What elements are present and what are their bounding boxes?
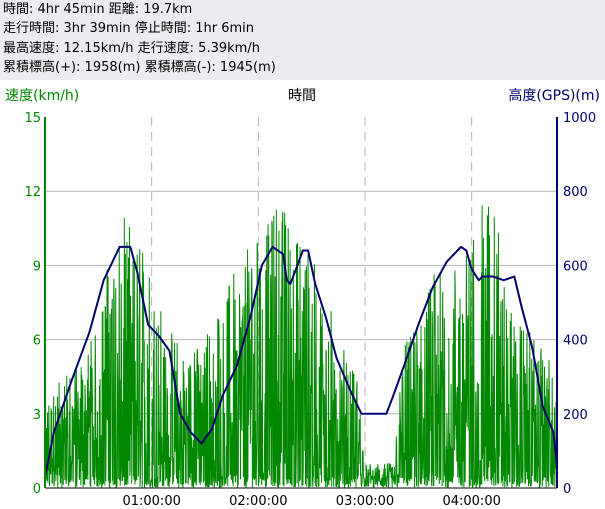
left-tick-label: 0 — [33, 482, 41, 497]
left-tick-label: 9 — [33, 259, 41, 274]
stats-line-moving-stopped: 走行時間: 3hr 39min 停止時間: 1hr 6min — [3, 21, 254, 36]
left-tick-label: 3 — [33, 408, 41, 423]
left-tick-label: 15 — [24, 111, 41, 126]
x-axis-title: 時間 — [288, 88, 316, 104]
right-tick-label: 400 — [563, 334, 588, 349]
right-axis-title: 高度(GPS)(m) — [508, 87, 600, 104]
x-tick-label: 04:00:00 — [442, 494, 500, 509]
right-tick-label: 0 — [563, 482, 571, 497]
summary-stats-panel: 時間: 4hr 45min 距離: 19.7km 走行時間: 3hr 39min… — [0, 0, 605, 80]
speed-elevation-chart: 0 3 6 9 12 15 0 200 400 600 800 1000 01:00:00 02:00:0… — [5, 87, 600, 509]
x-tick-label: 03:00:00 — [336, 494, 394, 509]
right-tick-label: 1000 — [563, 111, 596, 126]
stats-line-time-distance: 時間: 4hr 45min 距離: 19.7km — [3, 2, 193, 17]
left-tick-label: 6 — [33, 334, 41, 349]
right-tick-label: 600 — [563, 259, 588, 274]
right-tick-label: 200 — [563, 408, 588, 423]
x-tick-label: 01:00:00 — [122, 494, 180, 509]
left-tick-label: 12 — [24, 185, 41, 200]
stats-line-speeds: 最高速度: 12.15km/h 走行速度: 5.39km/h — [3, 41, 260, 56]
x-tick-label: 02:00:00 — [229, 494, 287, 509]
right-tick-label: 800 — [563, 185, 588, 200]
left-axis-title: 速度(km/h) — [5, 88, 79, 104]
stats-line-elevation-gain: 累積標高(+): 1958(m) 累積標高(-): 1945(m) — [3, 60, 276, 75]
